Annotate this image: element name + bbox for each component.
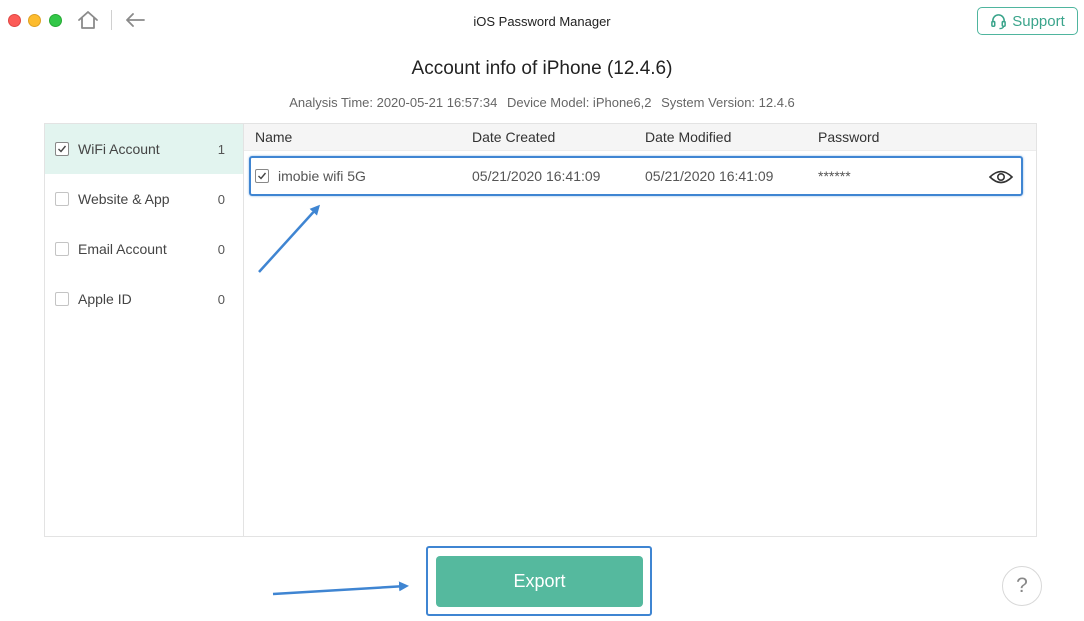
- table-header: Name Date Created Date Modified Password: [244, 124, 1036, 151]
- headset-icon: [991, 13, 1007, 29]
- checkbox-website-app[interactable]: [55, 192, 69, 206]
- sidebar-item-count: 0: [217, 291, 225, 307]
- arrow-to-export: [272, 581, 409, 596]
- sidebar-item-count: 0: [217, 241, 225, 257]
- sidebar-item-count: 1: [217, 141, 225, 157]
- support-button[interactable]: Support: [977, 7, 1078, 35]
- help-button[interactable]: ?: [1002, 566, 1042, 606]
- checkbox-email-account[interactable]: [55, 242, 69, 256]
- device-model: Device Model: iPhone6,2: [506, 95, 652, 110]
- title-bar: iOS Password Manager Support: [0, 0, 1084, 42]
- column-header-name[interactable]: Name: [255, 129, 292, 145]
- sidebar-item-email-account[interactable]: Email Account 0: [45, 224, 243, 274]
- sidebar-item-website-app[interactable]: Website & App 0: [45, 174, 243, 224]
- system-version: System Version: 12.4.6: [661, 95, 795, 110]
- eye-icon: [988, 170, 1014, 184]
- account-table: Name Date Created Date Modified Password…: [244, 124, 1036, 536]
- cell-password: ******: [818, 168, 851, 184]
- support-label: Support: [1012, 12, 1065, 30]
- sidebar-item-apple-id[interactable]: Apple ID 0: [45, 274, 243, 324]
- cell-date-created: 05/21/2020 16:41:09: [472, 168, 601, 184]
- show-password-button[interactable]: [988, 166, 1014, 188]
- sidebar-item-count: 0: [217, 191, 225, 207]
- checkbox-icon: [258, 172, 267, 180]
- column-header-date-created[interactable]: Date Created: [472, 129, 555, 145]
- sidebar-item-label: Email Account: [78, 241, 167, 257]
- sidebar-item-label: WiFi Account: [78, 141, 160, 157]
- page-title: Account info of iPhone (12.4.6): [411, 58, 673, 79]
- category-sidebar: WiFi Account 1 Website & App 0 Email Acc…: [45, 124, 244, 536]
- checkbox-icon: [58, 145, 67, 153]
- sidebar-item-label: Website & App: [78, 191, 170, 207]
- sidebar-item-wifi-account[interactable]: WiFi Account 1: [45, 124, 243, 174]
- column-header-password[interactable]: Password: [818, 129, 879, 145]
- column-header-date-modified[interactable]: Date Modified: [645, 129, 731, 145]
- table-row[interactable]: imobie wifi 5G 05/21/2020 16:41:09 05/21…: [250, 157, 1026, 197]
- export-button[interactable]: Export: [436, 556, 643, 607]
- cell-date-modified: 05/21/2020 16:41:09: [645, 168, 774, 184]
- row-checkbox[interactable]: [255, 169, 269, 183]
- sidebar-item-label: Apple ID: [78, 291, 132, 307]
- window-title: iOS Password Manager: [473, 14, 611, 29]
- analysis-time: Analysis Time: 2020-05-21 16:57:34: [289, 95, 498, 110]
- cell-name: imobie wifi 5G: [278, 168, 366, 184]
- checkbox-apple-id[interactable]: [55, 292, 69, 306]
- account-panel: WiFi Account 1 Website & App 0 Email Acc…: [44, 123, 1037, 537]
- analysis-info: Analysis Time: 2020-05-21 16:57:34 Devic…: [0, 95, 1084, 110]
- checkbox-wifi-account[interactable]: [55, 142, 69, 156]
